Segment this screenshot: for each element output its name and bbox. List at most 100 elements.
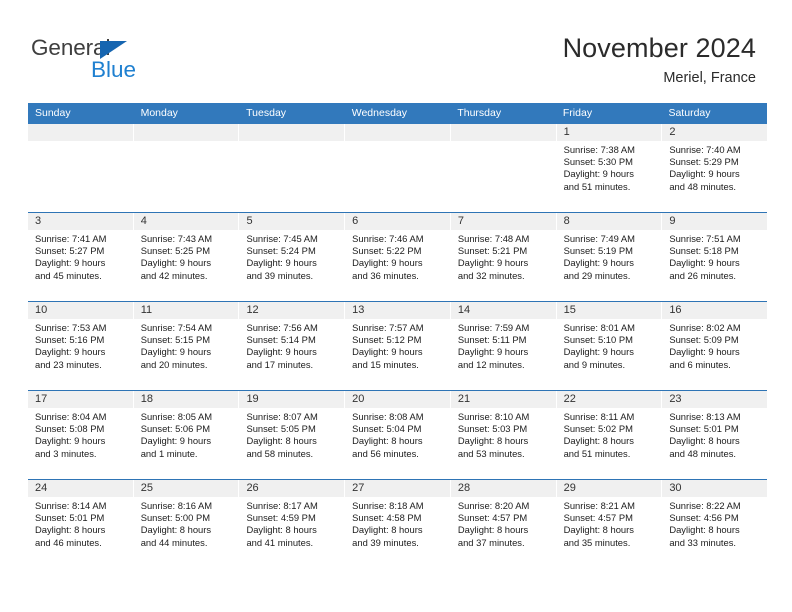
- day-cell[interactable]: 18 Sunrise: 8:05 AM Sunset: 5:06 PM Dayli…: [133, 391, 240, 479]
- day-cell[interactable]: 6 Sunrise: 7:46 AM Sunset: 5:22 PM Daylig…: [345, 213, 451, 301]
- day-cell[interactable]: 30 Sunrise: 8:22 AM Sunset: 4:56 PM Dayli…: [662, 480, 768, 569]
- day-number: 18: [133, 391, 239, 408]
- day-cell[interactable]: 27 Sunrise: 8:18 AM Sunset: 4:58 PM Dayli…: [345, 480, 451, 569]
- day-cell[interactable]: 1 Sunrise: 7:38 AM Sunset: 5:30 PM Daylig…: [556, 124, 663, 212]
- day-sun-info: Sunrise: 8:16 AM Sunset: 5:00 PM Dayligh…: [140, 500, 213, 548]
- day-cell[interactable]: 13 Sunrise: 7:57 AM Sunset: 5:12 PM Dayli…: [345, 302, 451, 390]
- day-cell[interactable]: 2 Sunrise: 7:40 AM Sunset: 5:29 PM Daylig…: [662, 124, 768, 212]
- day-cell[interactable]: 14 Sunrise: 7:59 AM Sunset: 5:11 PM Dayli…: [450, 302, 557, 390]
- day-number: 15: [556, 302, 662, 319]
- weekday-header-friday: Friday: [562, 107, 593, 119]
- day-number: 10: [28, 302, 133, 319]
- day-cell[interactable]: 15 Sunrise: 8:01 AM Sunset: 5:10 PM Dayli…: [556, 302, 663, 390]
- day-number: 26: [239, 480, 345, 497]
- day-cell[interactable]: 8 Sunrise: 7:49 AM Sunset: 5:19 PM Daylig…: [556, 213, 663, 301]
- day-number: 9: [662, 213, 768, 230]
- day-number: 19: [239, 391, 345, 408]
- day-sun-info: Sunrise: 7:53 AM Sunset: 5:16 PM Dayligh…: [35, 322, 107, 370]
- general-blue-logo: General Blue: [31, 36, 261, 86]
- day-cell[interactable]: [133, 124, 240, 212]
- day-cell[interactable]: 24 Sunrise: 8:14 AM Sunset: 5:01 PM Dayli…: [28, 480, 134, 569]
- day-number: 4: [133, 213, 239, 230]
- day-cell[interactable]: 23 Sunrise: 8:13 AM Sunset: 5:01 PM Dayli…: [662, 391, 768, 479]
- day-cell[interactable]: 9 Sunrise: 7:51 AM Sunset: 5:18 PM Daylig…: [662, 213, 768, 301]
- calendar-page: General Blue November 2024 Meriel, Franc…: [0, 0, 792, 612]
- day-sun-info: Sunrise: 7:56 AM Sunset: 5:14 PM Dayligh…: [246, 322, 318, 370]
- day-sun-info: Sunrise: 8:22 AM Sunset: 4:56 PM Dayligh…: [669, 500, 741, 548]
- day-cell[interactable]: 16 Sunrise: 8:02 AM Sunset: 5:09 PM Dayli…: [662, 302, 768, 390]
- day-sun-info: Sunrise: 8:05 AM Sunset: 5:06 PM Dayligh…: [140, 411, 213, 459]
- day-cell[interactable]: 3 Sunrise: 7:41 AM Sunset: 5:27 PM Daylig…: [28, 213, 134, 301]
- day-sun-info: Sunrise: 7:45 AM Sunset: 5:24 PM Dayligh…: [246, 233, 318, 281]
- day-number: 27: [345, 480, 450, 497]
- calendar-week-row: 1 Sunrise: 7:38 AM Sunset: 5:30 PM Daylig…: [28, 124, 768, 213]
- day-sun-info: Sunrise: 8:01 AM Sunset: 5:10 PM Dayligh…: [563, 322, 635, 370]
- day-number: 7: [450, 213, 556, 230]
- calendar-week-row: 10 Sunrise: 7:53 AM Sunset: 5:16 PM Dayli…: [28, 302, 768, 391]
- day-number: 6: [345, 213, 450, 230]
- day-cell[interactable]: 12 Sunrise: 7:56 AM Sunset: 5:14 PM Dayli…: [239, 302, 346, 390]
- location-subtitle: Meriel, France: [663, 70, 756, 86]
- day-cell[interactable]: 5 Sunrise: 7:45 AM Sunset: 5:24 PM Daylig…: [239, 213, 346, 301]
- logo-text-blue: Blue: [91, 57, 137, 82]
- calendar-week-row: 3 Sunrise: 7:41 AM Sunset: 5:27 PM Daylig…: [28, 213, 768, 302]
- page-header: General Blue November 2024 Meriel, Franc…: [0, 0, 792, 103]
- day-sun-info: Sunrise: 7:38 AM Sunset: 5:30 PM Dayligh…: [563, 144, 635, 192]
- day-cell[interactable]: 11 Sunrise: 7:54 AM Sunset: 5:15 PM Dayli…: [133, 302, 240, 390]
- day-sun-info: Sunrise: 8:14 AM Sunset: 5:01 PM Dayligh…: [35, 500, 107, 548]
- day-number: 22: [556, 391, 662, 408]
- day-cell[interactable]: 29 Sunrise: 8:21 AM Sunset: 4:57 PM Dayli…: [556, 480, 663, 569]
- day-cell[interactable]: 20 Sunrise: 8:08 AM Sunset: 5:04 PM Dayli…: [345, 391, 451, 479]
- day-number: 30: [662, 480, 768, 497]
- day-sun-info: Sunrise: 7:40 AM Sunset: 5:29 PM Dayligh…: [669, 144, 741, 192]
- day-cell[interactable]: [239, 124, 346, 212]
- day-number: 11: [133, 302, 239, 319]
- day-cell[interactable]: 10 Sunrise: 7:53 AM Sunset: 5:16 PM Dayli…: [28, 302, 134, 390]
- weekday-header-saturday: Saturday: [668, 107, 711, 119]
- day-cell[interactable]: 25 Sunrise: 8:16 AM Sunset: 5:00 PM Dayli…: [133, 480, 240, 569]
- day-sun-info: Sunrise: 8:17 AM Sunset: 4:59 PM Dayligh…: [246, 500, 318, 548]
- day-sun-info: [345, 141, 450, 144]
- weekday-header-monday: Monday: [140, 107, 178, 119]
- day-cell[interactable]: 17 Sunrise: 8:04 AM Sunset: 5:08 PM Dayli…: [28, 391, 134, 479]
- day-cell[interactable]: 26 Sunrise: 8:17 AM Sunset: 4:59 PM Dayli…: [239, 480, 346, 569]
- day-sun-info: Sunrise: 8:20 AM Sunset: 4:57 PM Dayligh…: [457, 500, 530, 548]
- day-sun-info: Sunrise: 8:08 AM Sunset: 5:04 PM Dayligh…: [352, 411, 424, 459]
- day-cell[interactable]: [28, 124, 134, 212]
- day-number: 1: [556, 124, 662, 141]
- day-cell[interactable]: 21 Sunrise: 8:10 AM Sunset: 5:03 PM Dayli…: [450, 391, 557, 479]
- day-cell[interactable]: [450, 124, 557, 212]
- calendar-grid: Sunday Monday Tuesday Wednesday Thursday…: [28, 103, 768, 569]
- calendar-week-row: 24 Sunrise: 8:14 AM Sunset: 5:01 PM Dayli…: [28, 480, 768, 569]
- day-sun-info: Sunrise: 8:07 AM Sunset: 5:05 PM Dayligh…: [246, 411, 318, 459]
- day-number: 21: [450, 391, 556, 408]
- day-number: 23: [662, 391, 768, 408]
- day-number: [450, 124, 556, 141]
- day-number: 20: [345, 391, 450, 408]
- day-sun-info: [28, 141, 133, 144]
- day-sun-info: Sunrise: 8:04 AM Sunset: 5:08 PM Dayligh…: [35, 411, 107, 459]
- day-cell[interactable]: 22 Sunrise: 8:11 AM Sunset: 5:02 PM Dayli…: [556, 391, 663, 479]
- day-sun-info: Sunrise: 7:57 AM Sunset: 5:12 PM Dayligh…: [352, 322, 424, 370]
- day-number: 5: [239, 213, 345, 230]
- weekday-header-sunday: Sunday: [35, 107, 71, 119]
- day-number: 8: [556, 213, 662, 230]
- day-cell[interactable]: 19 Sunrise: 8:07 AM Sunset: 5:05 PM Dayli…: [239, 391, 346, 479]
- day-sun-info: [134, 141, 239, 144]
- day-sun-info: Sunrise: 7:43 AM Sunset: 5:25 PM Dayligh…: [140, 233, 213, 281]
- day-sun-info: Sunrise: 8:21 AM Sunset: 4:57 PM Dayligh…: [563, 500, 635, 548]
- weekday-header-wednesday: Wednesday: [351, 107, 407, 119]
- day-cell[interactable]: [345, 124, 451, 212]
- day-cell[interactable]: 28 Sunrise: 8:20 AM Sunset: 4:57 PM Dayli…: [450, 480, 557, 569]
- day-sun-info: Sunrise: 7:48 AM Sunset: 5:21 PM Dayligh…: [457, 233, 530, 281]
- day-sun-info: Sunrise: 8:10 AM Sunset: 5:03 PM Dayligh…: [457, 411, 530, 459]
- day-sun-info: Sunrise: 7:51 AM Sunset: 5:18 PM Dayligh…: [669, 233, 741, 281]
- day-number: 29: [556, 480, 662, 497]
- day-number: 2: [662, 124, 768, 141]
- weekday-header-tuesday: Tuesday: [246, 107, 287, 119]
- day-number: 24: [28, 480, 133, 497]
- day-cell[interactable]: 4 Sunrise: 7:43 AM Sunset: 5:25 PM Daylig…: [133, 213, 240, 301]
- day-sun-info: Sunrise: 7:49 AM Sunset: 5:19 PM Dayligh…: [563, 233, 635, 281]
- day-cell[interactable]: 7 Sunrise: 7:48 AM Sunset: 5:21 PM Daylig…: [450, 213, 557, 301]
- day-sun-info: Sunrise: 8:02 AM Sunset: 5:09 PM Dayligh…: [669, 322, 741, 370]
